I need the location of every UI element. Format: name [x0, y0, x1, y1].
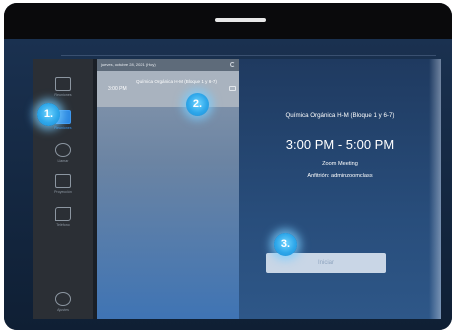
- meeting-title: Química Orgánica H-M (Bloque 1 y 6-7): [285, 112, 395, 119]
- sidebar: Reuniones Reuniones Llamar Proyección Te…: [33, 59, 93, 319]
- meeting-list-item[interactable]: 3:00 PM Química Orgánica H-M (Bloque 1 y…: [97, 71, 239, 107]
- sidebar-item-label: Reuniones: [54, 126, 72, 130]
- camera-icon: [229, 86, 236, 91]
- zoom-rooms-screen: Reuniones Reuniones Llamar Proyección Te…: [33, 59, 441, 319]
- date-header-text: jueves, octubre 28, 2021 (Hoy): [101, 62, 156, 67]
- device-top-bezel: [4, 3, 452, 39]
- sidebar-item-presentation[interactable]: Proyección: [33, 174, 93, 194]
- meeting-time-range: 3:00 PM - 5:00 PM: [285, 137, 395, 152]
- step-2-callout: 2.: [186, 93, 209, 116]
- step-3-callout: 3.: [274, 233, 297, 256]
- meeting-type: Zoom Meeting: [322, 161, 358, 167]
- screen-top-edge: [61, 55, 436, 56]
- sidebar-item-settings[interactable]: Ajustes: [33, 292, 93, 312]
- date-header: jueves, octubre 28, 2021 (Hoy): [97, 59, 239, 71]
- meeting-list-panel: jueves, octubre 28, 2021 (Hoy) 3:00 PM Q…: [97, 59, 239, 319]
- screen-glare: [429, 59, 441, 319]
- sidebar-item-call[interactable]: Llamar: [33, 143, 93, 163]
- sidebar-item-meetings[interactable]: Reuniones: [33, 77, 93, 97]
- phone-handset-icon: [55, 207, 71, 221]
- refresh-icon[interactable]: [230, 62, 235, 67]
- step-1-callout: 1.: [37, 103, 60, 126]
- start-button[interactable]: Iniciar: [266, 253, 386, 273]
- gear-icon: [55, 292, 71, 306]
- meetings-icon: [55, 77, 71, 91]
- phone-icon: [55, 143, 71, 157]
- sidebar-item-label: Ajustes: [57, 308, 69, 312]
- sidebar-item-label: Proyección: [54, 190, 72, 194]
- tablet-device: Reuniones Reuniones Llamar Proyección Te…: [4, 3, 452, 330]
- presentation-icon: [55, 174, 71, 188]
- meeting-detail-panel: Química Orgánica H-M (Bloque 1 y 6-7) 3:…: [239, 59, 441, 319]
- sidebar-item-label: Teléfono: [56, 223, 70, 227]
- speaker-grille: [215, 18, 266, 22]
- meeting-host: Anfitrión: adminzoomclass: [307, 173, 373, 179]
- meeting-item-title: Química Orgánica H-M (Bloque 1 y 6-7): [136, 79, 217, 84]
- sidebar-item-phone[interactable]: Teléfono: [33, 207, 93, 227]
- meeting-item-time: 3:00 PM: [108, 86, 127, 92]
- sidebar-item-label: Reuniones: [54, 93, 72, 97]
- sidebar-item-label: Llamar: [57, 159, 69, 163]
